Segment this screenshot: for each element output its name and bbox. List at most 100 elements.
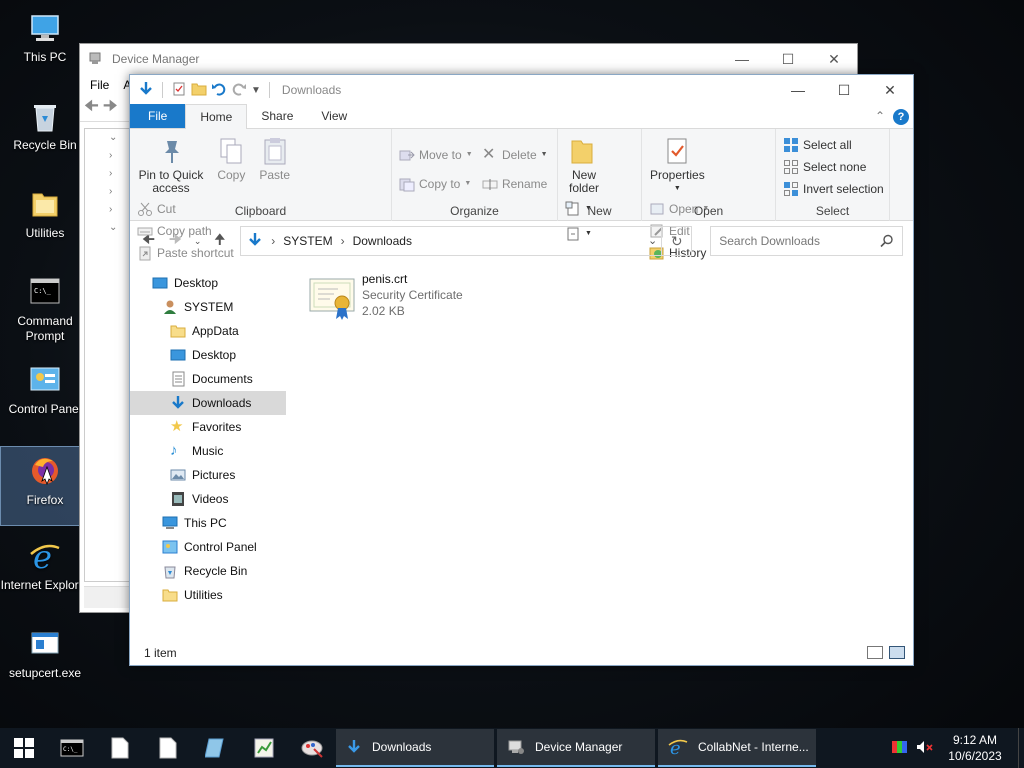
breadcrumb-separator-icon[interactable]: › [341, 234, 345, 248]
nav-item-music[interactable]: ♪ Music [130, 439, 286, 463]
pin-to-quick-access-button[interactable]: Pin to Quick access [134, 133, 208, 197]
breadcrumb-separator-icon[interactable]: › [271, 234, 275, 248]
desktop-icon-firefox[interactable]: Firefox [0, 446, 90, 526]
properties-button[interactable]: Properties ▼ [646, 133, 709, 197]
refresh-button[interactable]: ↻ [661, 227, 691, 255]
file-explorer-window[interactable]: ▼ Downloads — ☐ ✕ File Home Share View ⌃… [129, 74, 914, 666]
tab-home[interactable]: Home [185, 104, 248, 129]
file-item[interactable]: penis.crt Security Certificate 2.02 KB [308, 271, 463, 323]
taskbar-button-downloads[interactable]: Downloads [336, 729, 494, 767]
forward-arrow-icon[interactable]: 🠊 [103, 95, 118, 122]
paste-button[interactable]: Paste [255, 133, 295, 184]
tree-chevron-icon[interactable]: › [85, 165, 133, 183]
large-icons-view-icon[interactable] [889, 646, 905, 659]
nav-item-recycle-bin[interactable]: Recycle Bin [130, 559, 286, 583]
tree-chevron-icon[interactable]: › [85, 201, 133, 219]
desktop-icon-utilities[interactable]: Utilities [0, 180, 90, 260]
move-to-button[interactable]: Move to ▼ [396, 145, 476, 164]
ribbon-group-organize: Move to ▼ Copy to ▼ ✕ Delete ▼ Rename Or… [392, 129, 558, 221]
volume-muted-icon[interactable] [916, 739, 934, 758]
show-desktop-button[interactable] [1018, 728, 1024, 768]
explorer-titlebar[interactable]: ▼ Downloads — ☐ ✕ [130, 75, 913, 105]
help-icon[interactable]: ? [893, 109, 909, 125]
new-folder-icon[interactable] [191, 81, 207, 100]
menu-file[interactable]: File [90, 78, 109, 92]
command-prompt-icon: C:\_ [27, 274, 63, 310]
nav-item-pictures[interactable]: Pictures [130, 463, 286, 487]
device-manager-close-button[interactable]: ✕ [811, 44, 857, 74]
desktop-icon-recycle-bin[interactable]: Recycle Bin [0, 92, 90, 172]
taskbar-notepad[interactable] [192, 728, 240, 768]
nav-item-this-pc[interactable]: This PC [130, 511, 286, 535]
copy-to-button[interactable]: Copy to ▼ [396, 174, 476, 193]
desktop-icon-setupcert[interactable]: setupcert.exe [0, 620, 90, 700]
device-manager-maximize-button[interactable]: ☐ [765, 44, 811, 74]
tree-chevron-icon[interactable]: ⌄ [85, 219, 133, 237]
breadcrumb-downloads[interactable]: Downloads [353, 234, 412, 248]
customize-toolbar-icon[interactable]: ▼ [251, 85, 261, 96]
tab-view[interactable]: View [307, 104, 361, 128]
start-button[interactable] [0, 728, 48, 768]
select-none-button[interactable]: Select none [780, 157, 887, 176]
address-dropdown-icon[interactable]: ⌄ [648, 234, 657, 247]
copy-path-button[interactable]: Copy path [134, 221, 237, 240]
nav-item-utilities[interactable]: Utilities [130, 583, 286, 607]
taskbar-command-prompt[interactable]: C:\_ [48, 728, 96, 768]
desktop-icon-label: Internet Explorer [0, 578, 90, 592]
nav-item-desktop-user[interactable]: Desktop [130, 343, 286, 367]
back-arrow-icon[interactable]: 🠈 [84, 95, 99, 122]
nav-item-downloads[interactable]: Downloads [130, 391, 286, 415]
taskbar-spreadsheet[interactable] [240, 728, 288, 768]
undo-icon[interactable] [211, 81, 227, 100]
explorer-maximize-button[interactable]: ☐ [821, 75, 867, 105]
file-list[interactable]: penis.crt Security Certificate 2.02 KB [286, 261, 913, 641]
desktop-icon-internet-explorer[interactable]: e Internet Explorer [0, 532, 90, 612]
clock[interactable]: 9:12 AM 10/6/2023 [940, 732, 1010, 764]
taskbar-document-2[interactable] [144, 728, 192, 768]
search-input[interactable]: Search Downloads [719, 234, 820, 248]
certificate-icon [308, 275, 356, 323]
desktop-icon-this-pc[interactable]: This PC [0, 4, 90, 84]
redo-icon[interactable] [231, 81, 247, 100]
tab-file[interactable]: File [130, 104, 186, 128]
tree-chevron-icon[interactable]: ⌄ [85, 129, 133, 147]
nav-item-system[interactable]: SYSTEM [130, 295, 286, 319]
color-tray-icon[interactable] [892, 739, 908, 758]
new-folder-button[interactable]: New folder [562, 133, 606, 197]
rename-button[interactable]: Rename [479, 174, 551, 193]
taskbar-button-collabnet-ie[interactable]: e CollabNet - Interne... [658, 729, 816, 767]
properties-icon[interactable] [171, 81, 187, 100]
details-view-icon[interactable] [867, 646, 883, 659]
taskbar-paint[interactable] [288, 728, 336, 768]
desktop-icon-control-panel[interactable]: Control Panel [0, 356, 90, 436]
explorer-minimize-button[interactable]: — [775, 75, 821, 105]
nav-item-control-panel[interactable]: Control Panel [130, 535, 286, 559]
copy-button[interactable]: Copy [211, 133, 251, 184]
group-label-organize: Organize [450, 204, 499, 218]
nav-item-documents[interactable]: Documents [130, 367, 286, 391]
explorer-close-button[interactable]: ✕ [867, 75, 913, 105]
breadcrumb-system[interactable]: SYSTEM [283, 234, 332, 248]
select-all-button[interactable]: Select all [780, 135, 887, 154]
nav-item-appdata[interactable]: AppData [130, 319, 286, 343]
delete-button[interactable]: ✕ Delete ▼ [479, 145, 551, 164]
collapse-ribbon-icon[interactable]: ⌃ [875, 109, 885, 123]
taskbar-document-1[interactable] [96, 728, 144, 768]
address-bar[interactable]: › SYSTEM › Downloads ⌄ ↻ [240, 226, 693, 256]
search-box[interactable]: Search Downloads [710, 226, 903, 256]
nav-item-favorites[interactable]: ★ Favorites [130, 415, 286, 439]
desktop-icon-command-prompt[interactable]: C:\_ Command Prompt [0, 268, 90, 348]
tree-chevron-icon[interactable]: › [85, 183, 133, 201]
paste-shortcut-button[interactable]: Paste shortcut [134, 243, 237, 262]
navigation-pane[interactable]: Desktop SYSTEM AppData Desktop Documents… [130, 261, 286, 641]
tree-chevron-icon[interactable]: › [85, 147, 133, 165]
device-manager-minimize-button[interactable]: — [719, 44, 765, 74]
downloads-icon [348, 740, 360, 753]
tab-share[interactable]: Share [247, 104, 307, 128]
nav-item-desktop[interactable]: Desktop [130, 271, 286, 295]
spreadsheet-icon [254, 738, 274, 758]
invert-selection-button[interactable]: Invert selection [780, 179, 887, 198]
taskbar-button-device-manager[interactable]: Device Manager [497, 729, 655, 767]
device-tree[interactable]: ⌄ › › › › ⌄ [84, 128, 134, 582]
nav-item-videos[interactable]: Videos [130, 487, 286, 511]
